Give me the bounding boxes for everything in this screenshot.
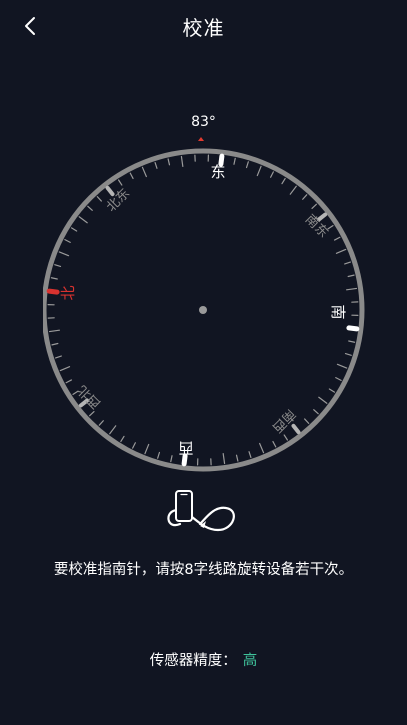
tick [333,236,341,241]
tick [344,261,352,265]
tick [78,216,88,224]
tick-cardinal [346,325,360,332]
tick [51,342,59,346]
tick [235,454,239,462]
label-southwest: 南西 [269,406,299,436]
tick [180,155,184,168]
heading-degree: 83° [191,114,216,130]
page-title: 校准 [182,16,225,40]
tick [109,425,117,435]
tick [54,264,62,268]
calibration-instruction: 要校准指南针，请按8字线路旋转设备若干次。 [53,562,354,578]
tick [245,161,249,169]
compass-dial: 东 南 西 北 北东 南东 南西 西北 [43,136,365,482]
tick [311,203,317,209]
figure-eight-phone-icon [160,488,246,540]
tick [344,352,352,356]
heading-marker [198,137,204,141]
tick [58,251,70,257]
tick-intercardinal [105,185,115,197]
tick [248,451,252,459]
tick [348,340,356,343]
tick [233,157,236,165]
tick [54,355,62,359]
compass-dial-svg: 东 南 西 北 北东 南东 南西 西北 [43,137,365,472]
tick [289,185,297,195]
tick [347,274,355,278]
tick [328,388,336,393]
accuracy-label: 传感器精度： [149,653,237,669]
tick [270,171,274,178]
tick [117,179,123,186]
tick [318,396,328,404]
label-north: 北 [59,285,77,300]
tick [129,172,134,180]
tick [259,442,265,454]
label-east: 东 [210,163,225,181]
tick-intercardinal [291,423,301,435]
tick [141,166,147,178]
tick [132,442,136,449]
tick [50,277,58,280]
tick [304,418,310,424]
tick [59,366,71,372]
tick [48,329,61,333]
tick [222,452,226,465]
tick [283,434,289,441]
tick-cardinal [46,288,60,295]
center-dot [199,306,207,314]
accuracy-value: 高 [242,653,258,669]
header-bar: 校准 [0,0,407,52]
tick [336,363,348,369]
tick [170,455,173,463]
tick [345,287,358,291]
tick [144,443,150,455]
tick [302,194,308,200]
sensor-accuracy: 传感器精度： 高 [0,649,407,670]
tick [313,409,319,415]
tick [272,440,277,448]
label-south: 南 [329,304,347,319]
tick [64,239,71,243]
tick [167,158,171,166]
tick [335,248,347,254]
tick [87,205,93,211]
tick [256,165,262,177]
tick [335,377,342,381]
tick [157,451,161,459]
tick [120,435,125,443]
tick [96,196,102,202]
label-west: 西 [178,439,193,457]
tick [70,227,78,232]
label-southeast: 南东 [302,211,332,241]
tick [281,177,286,185]
tick [154,161,158,169]
tick [65,379,73,384]
tick [98,420,104,426]
